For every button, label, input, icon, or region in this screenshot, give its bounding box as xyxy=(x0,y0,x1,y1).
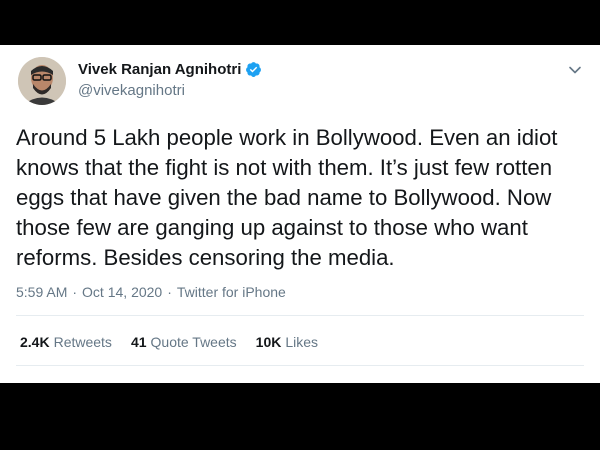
avatar-image xyxy=(18,57,66,105)
quote-tweets-stat[interactable]: 41 Quote Tweets xyxy=(131,334,237,350)
meta-separator: · xyxy=(72,284,78,300)
tweet-card: Vivek Ranjan Agnihotri @vivekagnihotri A… xyxy=(0,45,600,383)
chevron-down-icon[interactable] xyxy=(568,63,582,77)
likes-count: 10K xyxy=(255,334,282,350)
divider xyxy=(16,365,584,366)
quote-tweets-label: Quote Tweets xyxy=(150,334,237,350)
quote-tweets-count: 41 xyxy=(130,334,147,350)
divider xyxy=(16,315,584,316)
author-handle[interactable]: @vivekagnihotri xyxy=(78,82,185,99)
likes-label: Likes xyxy=(285,334,319,350)
tweet-time[interactable]: 5:59 AM xyxy=(16,284,67,300)
engagement-stats: 2.4K Retweets 41 Quote Tweets 10K Likes xyxy=(20,334,337,350)
tweet-text: Around 5 Lakh people work in Bollywood. … xyxy=(16,125,558,270)
author-name[interactable]: Vivek Ranjan Agnihotri xyxy=(78,61,241,78)
retweets-stat[interactable]: 2.4K Retweets xyxy=(20,334,112,350)
retweets-count: 2.4K xyxy=(20,334,50,350)
meta-separator: · xyxy=(167,284,172,300)
author-row: Vivek Ranjan Agnihotri xyxy=(78,61,262,78)
tweet-date[interactable]: Oct 14, 2020 xyxy=(82,284,162,300)
retweets-label: Retweets xyxy=(53,334,112,350)
tweet-source[interactable]: Twitter for iPhone xyxy=(177,284,286,300)
avatar[interactable] xyxy=(18,57,66,105)
verified-badge-icon xyxy=(245,61,262,78)
likes-stat[interactable]: 10K Likes xyxy=(256,334,318,350)
tweet-metadata: 5:59 AM · Oct 14, 2020 · Twitter for iPh… xyxy=(16,284,286,300)
